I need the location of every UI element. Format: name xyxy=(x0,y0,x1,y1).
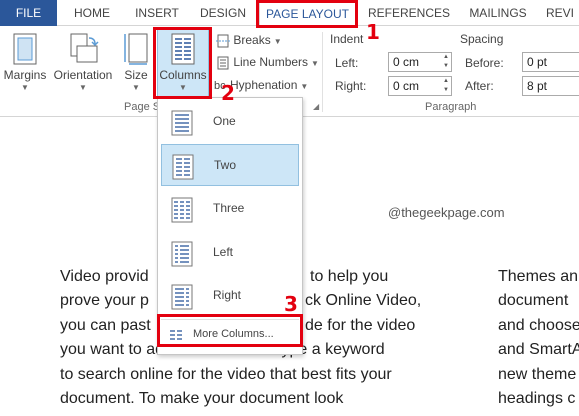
spacing-before-field[interactable]: 0 pt xyxy=(522,52,579,72)
size-button[interactable]: Size ▼ xyxy=(120,30,152,98)
margins-label: Margins xyxy=(3,68,47,82)
watermark: @thegeekpage.com xyxy=(388,205,505,220)
chevron-down-icon: ▼ xyxy=(132,83,140,92)
hyphenation-label: Hyphenation xyxy=(230,78,298,92)
breaks-button[interactable]: Breaks ▼ xyxy=(214,30,282,50)
menu-item-left[interactable]: Left xyxy=(161,232,299,274)
paragraph-group-label: Paragraph xyxy=(425,101,477,113)
chevron-down-icon: ▼ xyxy=(21,83,29,92)
chevron-down-icon: ▼ xyxy=(79,83,87,92)
indent-right-field[interactable]: 0 cm ▲ ▼ xyxy=(388,76,452,96)
menu-item-right[interactable]: Right xyxy=(161,275,299,317)
indent-left-field[interactable]: 0 cm ▲ ▼ xyxy=(388,52,452,72)
margins-icon xyxy=(13,33,37,65)
tab-insert[interactable]: INSERT xyxy=(124,0,190,26)
annotation-box-page-layout xyxy=(256,0,358,28)
text-line: you can past xyxy=(60,317,151,334)
chevron-down-icon: ▼ xyxy=(311,59,319,68)
text-line: document xyxy=(498,292,569,309)
indent-right-label: Right: xyxy=(335,79,367,93)
line-numbers-label: Line Numbers xyxy=(233,55,309,69)
menu-item-two[interactable]: Two xyxy=(161,144,299,186)
text-line: new theme xyxy=(498,366,577,383)
size-label: Size xyxy=(124,68,148,82)
tab-home[interactable]: HOME xyxy=(62,0,122,26)
indent-title: Indent xyxy=(330,32,364,46)
menu-item-one[interactable]: One xyxy=(161,101,299,143)
text-line: headings c xyxy=(498,390,576,407)
page-setup-group-label: Page S xyxy=(124,101,161,113)
orientation-label: Orientation xyxy=(53,68,113,82)
spacing-after-field[interactable]: 8 pt xyxy=(522,76,579,96)
annotation-number-1: 1 xyxy=(366,20,380,44)
text-line: and choose xyxy=(498,317,579,334)
margins-button[interactable]: Margins ▼ xyxy=(2,30,48,98)
tab-review[interactable]: REVI xyxy=(546,0,579,26)
tab-design[interactable]: DESIGN xyxy=(192,0,254,26)
menu-item-three[interactable]: Three xyxy=(161,188,299,230)
spacing-before-label: Before: xyxy=(465,56,504,70)
annotation-number-2: 2 xyxy=(221,81,235,105)
text-line: Themes an xyxy=(498,268,579,285)
spinner-icon[interactable]: ▲ ▼ xyxy=(441,77,451,95)
indent-right-value: 0 cm xyxy=(393,79,420,93)
spacing-after-label: After: xyxy=(465,79,494,93)
chevron-down-icon: ▼ xyxy=(300,82,309,91)
text-line: ck Online Video, xyxy=(305,292,422,309)
spacing-title: Spacing xyxy=(460,32,504,46)
right-column-icon xyxy=(171,284,193,310)
text-line: and SmartA xyxy=(498,341,579,358)
orientation-icon xyxy=(70,33,99,63)
text-line: Video provid xyxy=(60,268,149,285)
two-columns-icon xyxy=(172,154,194,180)
spinner-icon[interactable]: ▲ ▼ xyxy=(441,53,451,71)
menu-item-label: Two xyxy=(214,158,237,172)
text-line: to help you xyxy=(310,268,389,285)
annotation-box-more-columns xyxy=(157,314,303,347)
chevron-down-icon: ▼ xyxy=(273,37,282,46)
one-column-icon xyxy=(171,110,193,136)
tab-file[interactable]: FILE xyxy=(0,0,57,26)
text-line: prove your p xyxy=(60,292,149,309)
breaks-icon xyxy=(216,34,230,48)
line-numbers-button[interactable]: Line Numbers ▼ xyxy=(214,52,319,72)
three-columns-icon xyxy=(171,197,193,223)
indent-left-label: Left: xyxy=(335,56,359,70)
spacing-after-value: 8 pt xyxy=(527,79,548,93)
menu-item-label: One xyxy=(213,114,236,128)
annotation-box-columns xyxy=(153,27,212,99)
orientation-button[interactable]: Orientation ▼ xyxy=(50,30,116,98)
dialog-launcher-icon[interactable]: ◢ xyxy=(313,102,321,111)
left-column-icon xyxy=(171,241,193,267)
annotation-number-3: 3 xyxy=(284,292,298,316)
text-line: de for the video xyxy=(305,317,416,334)
text-line: document. To make your document look xyxy=(60,390,344,407)
menu-item-label: Left xyxy=(213,245,234,259)
breaks-label: Breaks xyxy=(233,33,271,47)
group-separator xyxy=(322,32,323,112)
tab-mailings[interactable]: MAILINGS xyxy=(462,0,534,26)
text-line: to search online for the video that best… xyxy=(60,366,392,383)
page-size-icon xyxy=(124,33,148,65)
line-numbers-icon xyxy=(217,56,229,70)
spacing-before-value: 0 pt xyxy=(527,55,548,69)
menu-item-label: Right xyxy=(213,288,242,302)
menu-item-label: Three xyxy=(213,201,245,215)
indent-left-value: 0 cm xyxy=(393,55,420,69)
